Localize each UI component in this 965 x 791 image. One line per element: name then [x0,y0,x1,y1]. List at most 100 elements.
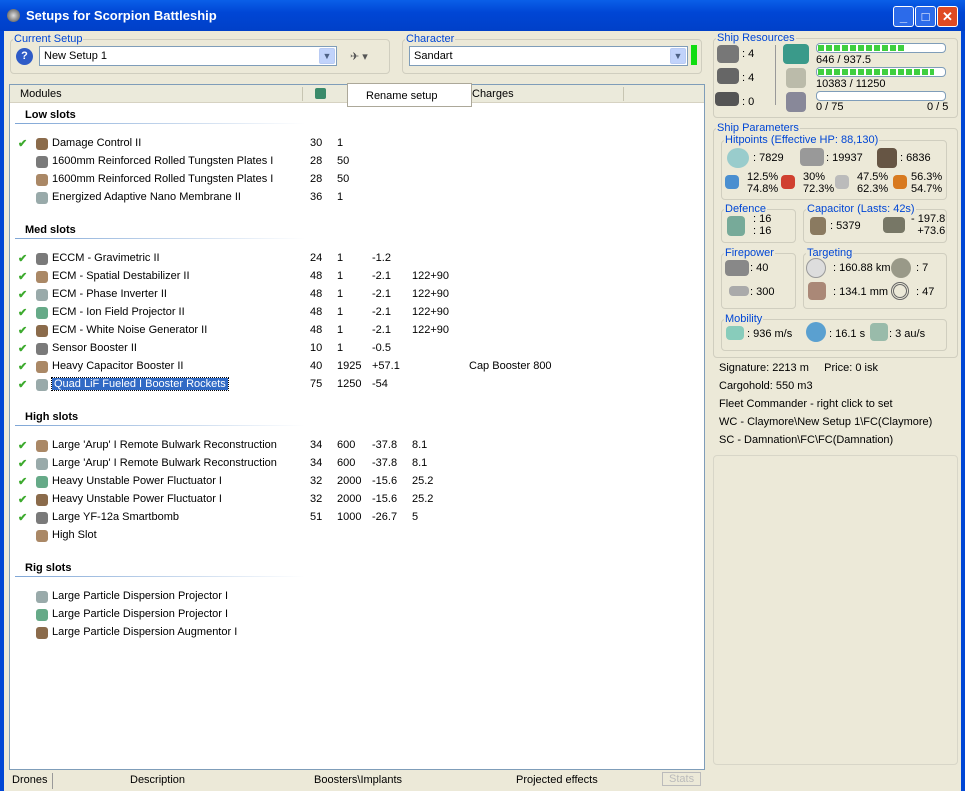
title-bar: Setups for Scorpion Battleship _ □ ✕ [0,0,965,31]
active-check-icon[interactable]: ✔ [18,270,27,283]
wing-commander[interactable]: WC - Claymore\New Setup 1\FC(Claymore) [719,416,932,428]
minimize-button[interactable]: _ [893,6,914,27]
module-row[interactable]: ✔ Sensor Booster II 10 1 -0.5 [10,340,704,358]
module-row[interactable]: 1600mm Reinforced Rolled Tungsten Plates… [10,171,704,189]
firepower-group: Firepower [721,247,796,309]
cpu-column-icon[interactable] [315,88,326,99]
tab-projected-effects[interactable]: Projected effects [516,774,598,786]
rename-setup-menu-item[interactable]: Rename setup [347,83,472,107]
max-targets-icon [891,258,911,278]
help-icon[interactable]: ? [16,48,33,65]
module-row[interactable]: ✔ Damage Control II 30 1 [10,135,704,153]
defence-values: : 16: 16 [753,213,772,237]
active-check-icon[interactable]: ✔ [18,252,27,265]
module-row[interactable]: Large Particle Dispersion Projector I [10,588,704,606]
active-check-icon[interactable]: ✔ [18,493,27,506]
module-cap: -2.1 [372,324,391,336]
module-power: 1 [337,306,344,318]
app-icon [7,9,20,22]
module-row[interactable]: ✔ ECM - Phase Inverter II 48 1 -2.1 122+90 [10,286,704,304]
module-name: High Slot [52,529,97,541]
module-row[interactable]: ✔ ECM - Spatial Destabilizer II 48 1 -2.1 122… [10,268,704,286]
capacitor-delta: - 197.8 +73.6 [911,213,946,237]
explosive-resist: 56.3% 54.7% [911,171,943,195]
close-button[interactable]: ✕ [937,6,958,27]
active-check-icon[interactable]: ✔ [18,439,27,452]
maximize-button[interactable]: □ [915,6,936,27]
module-row[interactable]: ✔ Large 'Arup' I Remote Bulwark Reconstru… [10,437,704,455]
window-border [0,31,4,791]
fleet-commander[interactable]: Fleet Commander - right click to set [719,398,893,410]
module-icon [36,253,48,265]
section-high-slots: High slots [25,411,79,423]
module-cpu: 48 [310,306,323,318]
active-check-icon[interactable]: ✔ [18,378,27,391]
setup-select[interactable]: New Setup 1 ▼ [39,46,337,66]
module-row[interactable]: ✔ Large 'Arup' I Remote Bulwark Reconstru… [10,455,704,473]
shield-hp: : 7829 [753,152,784,164]
module-row[interactable]: ✔ ECM - White Noise Generator II 48 1 -2.1 12… [10,322,704,340]
setup-menu-button[interactable]: ✈ ▾ [350,50,368,63]
active-check-icon[interactable]: ✔ [18,306,27,319]
capacitor-icon [810,217,826,235]
active-check-icon[interactable]: ✔ [18,324,27,337]
character-select[interactable]: Sandart ▼ [409,46,688,66]
active-check-icon[interactable]: ✔ [18,475,27,488]
window-border [961,31,965,791]
targeting-range: : 160.88 km [833,262,891,274]
module-row[interactable]: ✔ ECCM - Gravimetric II 24 1 -1.2 [10,250,704,268]
module-cap: +57.1 [372,360,400,372]
modules-list[interactable]: Modules Charges Low slots ✔ Damage Control… [9,84,705,770]
module-row[interactable]: 1600mm Reinforced Rolled Tungsten Plates… [10,153,704,171]
tab-drones[interactable]: Drones [12,774,47,786]
module-cpu: 48 [310,324,323,336]
column-charges[interactable]: Charges [472,88,514,100]
capacitor-recharge-icon [883,217,905,233]
module-row[interactable]: ✔ Heavy Capacitor Booster II 40 1925 +57.1 Ca… [10,358,704,376]
ship-parameters-label: Ship Parameters [717,122,799,134]
hull-icon [877,148,897,168]
module-range: 5 [412,511,419,523]
section-rig-slots: Rig slots [25,562,72,574]
module-cpu: 75 [310,378,323,390]
module-row[interactable]: Large Particle Dispersion Projector I [10,606,704,624]
squad-commander[interactable]: SC - Damnation\FC\FC(Damnation) [719,434,893,446]
tab-boosters-implants[interactable]: Boosters\Implants [314,774,402,786]
tab-description[interactable]: Description [130,774,185,786]
drone-count: 0 / 5 [927,101,949,113]
module-cpu: 10 [310,342,323,354]
module-row[interactable]: ✔ Quad LiF Fueled I Booster Rockets 75 1250… [10,376,704,394]
section-low-slots: Low slots [25,109,76,121]
module-row[interactable]: ✔ ECM - Ion Field Projector II 48 1 -2.1 122+… [10,304,704,322]
active-check-icon[interactable]: ✔ [18,360,27,373]
module-cpu: 28 [310,173,323,185]
module-row[interactable]: High Slot [10,527,704,545]
module-range: 8.1 [412,457,428,469]
module-name: Large 'Arup' I Remote Bulwark Reconstruc… [52,439,277,451]
module-row[interactable]: ✔ Large YF-12a Smartbomb 51 1000 -26.7 5 [10,509,704,527]
module-row[interactable]: ✔ Heavy Unstable Power Fluctuator I 32 2000… [10,473,704,491]
module-name: Heavy Unstable Power Fluctuator I [52,475,222,487]
module-icon [36,609,48,621]
active-check-icon[interactable]: ✔ [18,457,27,470]
active-check-icon[interactable]: ✔ [18,137,27,150]
active-check-icon[interactable]: ✔ [18,342,27,355]
active-check-icon[interactable]: ✔ [18,511,27,524]
velocity-icon [726,326,744,340]
module-icon [36,343,48,355]
column-modules[interactable]: Modules [20,88,62,100]
drone-bay-icon [786,92,806,112]
module-row[interactable]: Large Particle Dispersion Augmentor I [10,624,704,642]
chevron-down-icon[interactable]: ▼ [319,48,335,64]
scan-resolution-icon [808,282,826,300]
chevron-down-icon[interactable]: ▼ [670,48,686,64]
stats-button[interactable]: Stats [662,772,702,786]
section-divider [15,238,305,239]
launcher-count: : 4 [742,72,755,84]
active-check-icon[interactable]: ✔ [18,288,27,301]
module-row[interactable]: ✔ Heavy Unstable Power Fluctuator I 32 2000… [10,491,704,509]
cpu-icon [783,44,809,64]
module-icon [36,361,48,373]
align-time-icon [806,322,826,342]
module-row[interactable]: Energized Adaptive Nano Membrane II 36 1 [10,189,704,207]
